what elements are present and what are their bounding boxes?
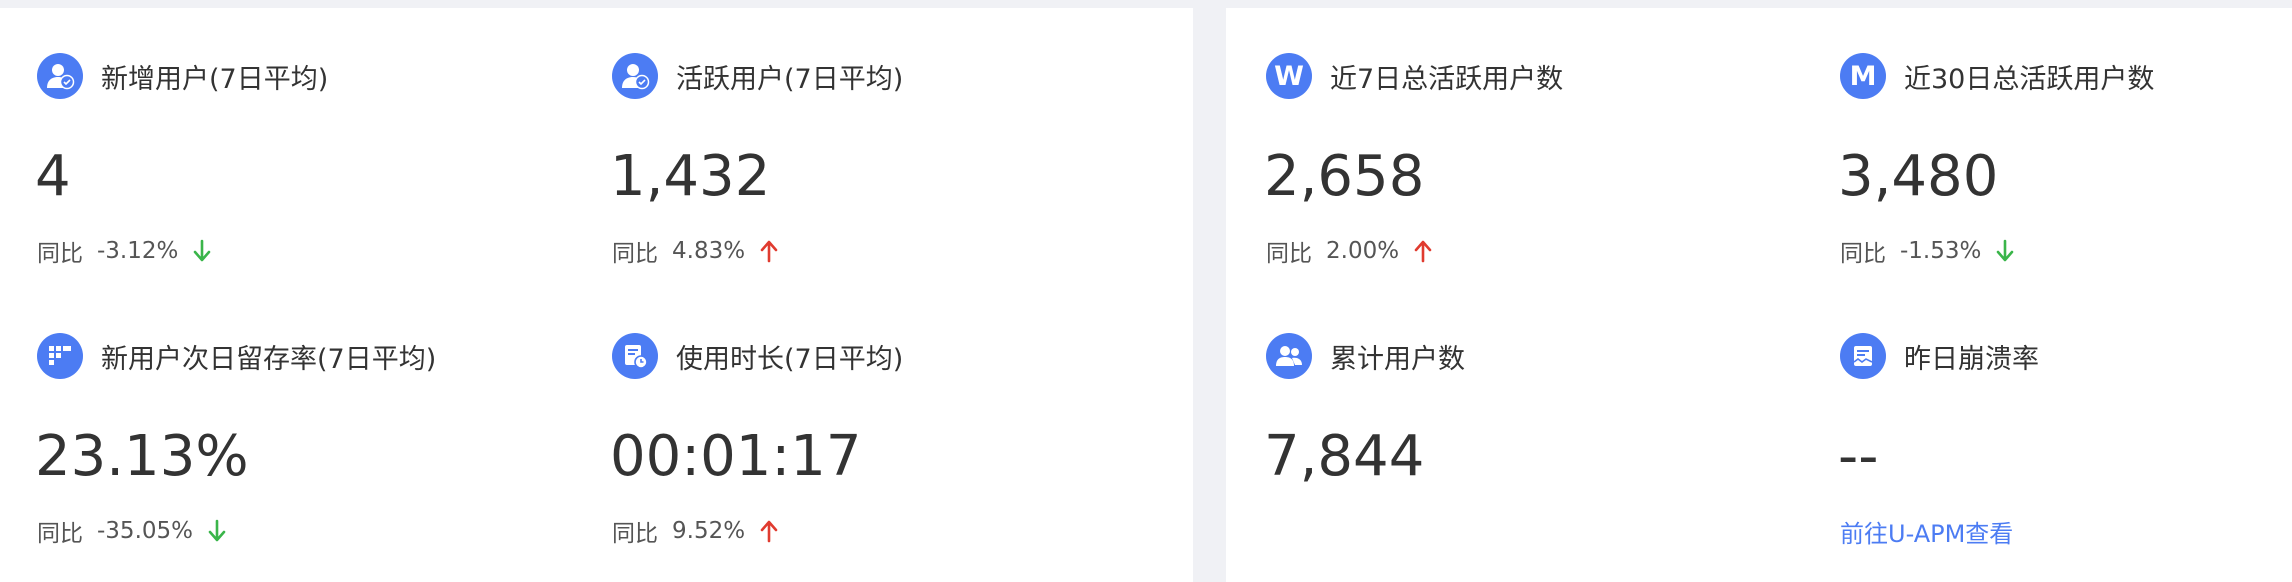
metric-card-new-users: 新增用户(7日平均) 4 同比 -3.12% [35,8,597,268]
right-metrics-panel: W 近7日总活跃用户数 2,658 同比 2.00% M 近30日总活跃用户数 … [1226,8,2292,582]
metric-value: -- [1838,424,1879,489]
card-header: 昨日崩溃率 [1840,333,2039,379]
yoy-compare: 同比 -35.05% [37,514,227,548]
card-title: 近7日总活跃用户数 [1330,63,1564,95]
compare-value: -3.12% [97,238,179,264]
document-clock-icon [612,333,658,379]
user-add-icon [37,53,83,99]
metric-card-30day-active: M 近30日总活跃用户数 3,480 同比 -1.53% [1838,8,2280,268]
compare-label: 同比 [1266,241,1312,267]
m-letter-icon: M [1840,53,1886,99]
w-letter-icon: W [1266,53,1312,99]
compare-value: -1.53% [1900,238,1982,264]
crash-report-icon [1840,333,1886,379]
users-group-icon [1266,333,1312,379]
metric-card-7day-active: W 近7日总活跃用户数 2,658 同比 2.00% [1264,8,1826,268]
yoy-compare: 同比 -1.53% [1840,234,2015,268]
card-header: W 近7日总活跃用户数 [1266,53,1563,99]
compare-value: 9.52% [672,518,746,544]
metric-value: 7,844 [1264,424,1425,489]
metric-value: 00:01:17 [610,424,862,489]
metric-value: 4 [35,144,71,209]
metric-value: 1,432 [610,144,771,209]
compare-label: 同比 [37,521,83,547]
card-header: 新用户次日留存率(7日平均) [37,333,436,379]
yoy-compare: 同比 4.83% [612,234,779,268]
card-title: 昨日崩溃率 [1904,343,2039,375]
card-header: 活跃用户(7日平均) [612,53,903,99]
card-title: 近30日总活跃用户数 [1904,63,2155,95]
compare-value: 4.83% [672,238,746,264]
card-title: 活跃用户(7日平均) [676,63,904,95]
metric-card-retention: 新用户次日留存率(7日平均) 23.13% 同比 -35.05% [35,288,597,548]
left-metrics-panel: 新增用户(7日平均) 4 同比 -3.12% 活跃用户(7日平均) 1,432 [0,8,1193,582]
metric-card-total-users: 累计用户数 7,844 [1264,288,1826,548]
compare-value: 2.00% [1326,238,1400,264]
compare-label: 同比 [612,241,658,267]
card-header: 累计用户数 [1266,333,1465,379]
card-title: 新用户次日留存率(7日平均) [101,343,437,375]
metric-value: 3,480 [1838,144,1999,209]
trend-down-icon [208,519,226,542]
card-title: 新增用户(7日平均) [101,63,329,95]
compare-label: 同比 [1840,241,1886,267]
metric-card-active-users: 活跃用户(7日平均) 1,432 同比 4.83% [610,8,1172,268]
compare-label: 同比 [612,521,658,547]
compare-label: 同比 [37,241,83,267]
metric-value: 2,658 [1264,144,1425,209]
compare-value: -35.05% [97,518,193,544]
card-title: 使用时长(7日平均) [676,343,904,375]
trend-down-icon [194,239,211,262]
trend-up-icon [1414,240,1432,263]
trend-up-icon [760,240,778,263]
trend-down-icon [1997,239,2014,262]
yoy-compare: 同比 -3.12% [37,234,212,268]
metric-value: 23.13% [35,424,249,489]
metric-card-usage-duration: 使用时长(7日平均) 00:01:17 同比 9.52% [610,288,1172,548]
yoy-compare: 同比 2.00% [1266,234,1433,268]
card-header: M 近30日总活跃用户数 [1840,53,2154,99]
card-title: 累计用户数 [1330,343,1465,375]
card-header: 新增用户(7日平均) [37,53,328,99]
metric-card-crash-rate: 昨日崩溃率 -- [1838,288,2280,548]
trend-up-icon [760,520,778,543]
goto-u-apm-link[interactable]: 前往U-APM查看 [1840,514,2013,549]
grid-retention-icon [37,333,83,379]
user-active-icon [612,53,658,99]
card-header: 使用时长(7日平均) [612,333,903,379]
yoy-compare: 同比 9.52% [612,514,779,548]
